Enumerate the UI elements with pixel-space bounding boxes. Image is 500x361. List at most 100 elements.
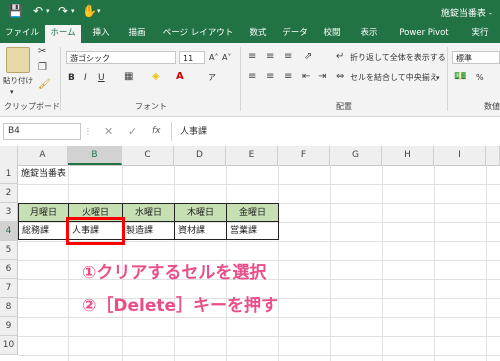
column-header-b[interactable]: B bbox=[68, 146, 122, 165]
font-name-box[interactable]: 游ゴシック bbox=[66, 51, 176, 64]
tab-draw[interactable]: 描画 bbox=[122, 24, 152, 43]
cancel-icon[interactable]: ✕ bbox=[104, 125, 113, 138]
insert-function-icon[interactable]: fx bbox=[152, 126, 161, 136]
orientation-icon[interactable]: ⇗ bbox=[304, 51, 312, 63]
cell-e3[interactable]: 金曜日 bbox=[226, 203, 279, 222]
cell-a1[interactable]: 施錠当番表 bbox=[18, 165, 122, 184]
underline-button[interactable]: U bbox=[98, 72, 105, 84]
group-separator bbox=[240, 47, 241, 111]
column-header-a[interactable]: A bbox=[18, 146, 68, 165]
font-size-box[interactable]: 11 bbox=[179, 51, 205, 64]
tab-power-pivot[interactable]: Power Pivot bbox=[393, 24, 455, 43]
name-box-dropdown-icon[interactable]: ⋮ bbox=[84, 127, 92, 136]
select-all-corner[interactable] bbox=[0, 146, 18, 165]
fill-color-icon[interactable]: ◈ bbox=[152, 71, 160, 83]
save-icon[interactable]: 💾 bbox=[8, 4, 23, 18]
italic-button[interactable]: I bbox=[84, 72, 87, 84]
enter-icon[interactable]: ✓ bbox=[128, 125, 137, 138]
align-left-icon[interactable]: ≡ bbox=[248, 71, 256, 83]
merge-center-button[interactable]: セルを結合して中央揃え bbox=[350, 72, 438, 84]
borders-icon[interactable]: ▦ bbox=[124, 71, 133, 83]
title-bar: 💾 ↶ ▾ ↷ ▾ ✋ ▾ 施錠当番表 - bbox=[0, 0, 500, 24]
formula-content[interactable]: 人事課 bbox=[180, 124, 207, 137]
cell-a3[interactable]: 月曜日 bbox=[18, 203, 69, 222]
redo-dropdown-icon[interactable]: ▾ bbox=[71, 4, 75, 18]
cell-c4[interactable]: 製造課 bbox=[122, 221, 175, 240]
bold-button[interactable]: B bbox=[68, 72, 75, 84]
tab-data[interactable]: データ bbox=[280, 24, 310, 43]
percent-icon[interactable]: % bbox=[476, 72, 484, 84]
undo-icon[interactable]: ↶ bbox=[33, 4, 43, 18]
font-color-icon[interactable]: A bbox=[176, 71, 184, 83]
row-header-1[interactable]: 1 bbox=[0, 165, 18, 184]
number-group-label: 数値 bbox=[484, 102, 500, 111]
cut-icon[interactable]: ✂ bbox=[38, 46, 46, 58]
row-header-4[interactable]: 4 bbox=[0, 222, 18, 241]
currency-icon[interactable]: 💵 bbox=[454, 71, 466, 83]
wrap-text-button[interactable]: 折り返して全体を表示する bbox=[350, 52, 446, 64]
gridline bbox=[382, 165, 383, 361]
column-header-e[interactable]: E bbox=[226, 146, 278, 165]
column-header-h[interactable]: H bbox=[382, 146, 434, 165]
group-separator bbox=[447, 47, 448, 111]
align-bottom-icon[interactable]: ≡ bbox=[284, 51, 292, 63]
cell-a4[interactable]: 総務課 bbox=[18, 221, 69, 240]
cell-d3[interactable]: 木曜日 bbox=[174, 203, 227, 222]
format-painter-icon[interactable]: 🖌 bbox=[38, 79, 51, 91]
touch-mode-icon[interactable]: ✋ bbox=[82, 4, 97, 18]
ribbon-tabs: ファイル ホーム 挿入 描画 ページ レイアウト 数式 データ 校閲 表示 Po… bbox=[0, 24, 500, 43]
column-header-d[interactable]: D bbox=[174, 146, 226, 165]
tab-home[interactable]: ホーム bbox=[45, 25, 81, 43]
tab-formulas[interactable]: 数式 bbox=[243, 24, 273, 43]
customize-qat-icon[interactable]: ▾ bbox=[97, 4, 101, 18]
row-header-7[interactable]: 7 bbox=[0, 279, 18, 298]
paste-dropdown-icon[interactable]: ▾ bbox=[10, 86, 14, 98]
align-middle-icon[interactable]: ≡ bbox=[266, 51, 274, 63]
tab-page-layout[interactable]: ページ レイアウト bbox=[158, 24, 238, 43]
paste-button-label[interactable]: 貼り付け bbox=[3, 75, 33, 87]
align-top-icon[interactable]: ≡ bbox=[248, 51, 256, 63]
row-header-2[interactable]: 2 bbox=[0, 184, 18, 203]
column-header-g[interactable]: G bbox=[330, 146, 382, 165]
increase-indent-icon[interactable]: ⇥ bbox=[318, 71, 326, 83]
row-header-10[interactable]: 10 bbox=[0, 336, 18, 355]
align-center-icon[interactable]: ≡ bbox=[266, 71, 274, 83]
row-header-8[interactable]: 8 bbox=[0, 298, 18, 317]
merge-dropdown-icon[interactable]: ▾ bbox=[436, 72, 440, 84]
formula-divider bbox=[171, 122, 172, 141]
row-header-6[interactable]: 6 bbox=[0, 260, 18, 279]
document-title: 施錠当番表 - bbox=[440, 9, 492, 19]
paste-icon[interactable] bbox=[6, 47, 30, 73]
number-format-box[interactable]: 標準 bbox=[452, 51, 500, 64]
tab-view[interactable]: 表示 bbox=[354, 24, 384, 43]
tab-insert[interactable]: 挿入 bbox=[86, 24, 116, 43]
decrease-indent-icon[interactable]: ⇤ bbox=[302, 71, 310, 83]
column-header-j[interactable] bbox=[486, 146, 500, 165]
decrease-font-size-icon[interactable]: A˅ bbox=[222, 52, 231, 64]
cell-e4[interactable]: 営業課 bbox=[226, 221, 279, 240]
phonetic-icon[interactable]: ア bbox=[208, 72, 216, 84]
tab-review[interactable]: 校閲 bbox=[317, 24, 347, 43]
name-box[interactable]: B4 bbox=[3, 123, 81, 140]
cell-d4[interactable]: 資材課 bbox=[174, 221, 227, 240]
row-header-9[interactable]: 9 bbox=[0, 317, 18, 336]
redo-icon[interactable]: ↷ bbox=[58, 4, 68, 18]
column-header-i[interactable]: I bbox=[434, 146, 486, 165]
column-header-f[interactable]: F bbox=[278, 146, 330, 165]
row-header-3[interactable]: 3 bbox=[0, 203, 18, 222]
wrap-text-icon[interactable]: ↵ bbox=[336, 51, 344, 63]
tab-file[interactable]: ファイル bbox=[3, 24, 41, 43]
align-right-icon[interactable]: ≡ bbox=[284, 71, 292, 83]
row-header-5[interactable]: 5 bbox=[0, 241, 18, 260]
gridline bbox=[18, 317, 500, 318]
formula-bar: B4 ⋮ ✕ ✓ fx 人事課 bbox=[0, 117, 500, 147]
alignment-group-label: 配置 bbox=[336, 102, 352, 111]
tab-tell-me[interactable]: 実行 bbox=[460, 24, 500, 43]
copy-icon[interactable]: ❐ bbox=[38, 62, 47, 74]
gridline bbox=[18, 184, 500, 185]
merge-center-icon[interactable]: ⇔ bbox=[336, 71, 344, 83]
column-header-c[interactable]: C bbox=[122, 146, 174, 165]
increase-font-size-icon[interactable]: A˄ bbox=[209, 52, 218, 64]
cell-c3[interactable]: 水曜日 bbox=[122, 203, 175, 222]
undo-dropdown-icon[interactable]: ▾ bbox=[46, 4, 50, 18]
